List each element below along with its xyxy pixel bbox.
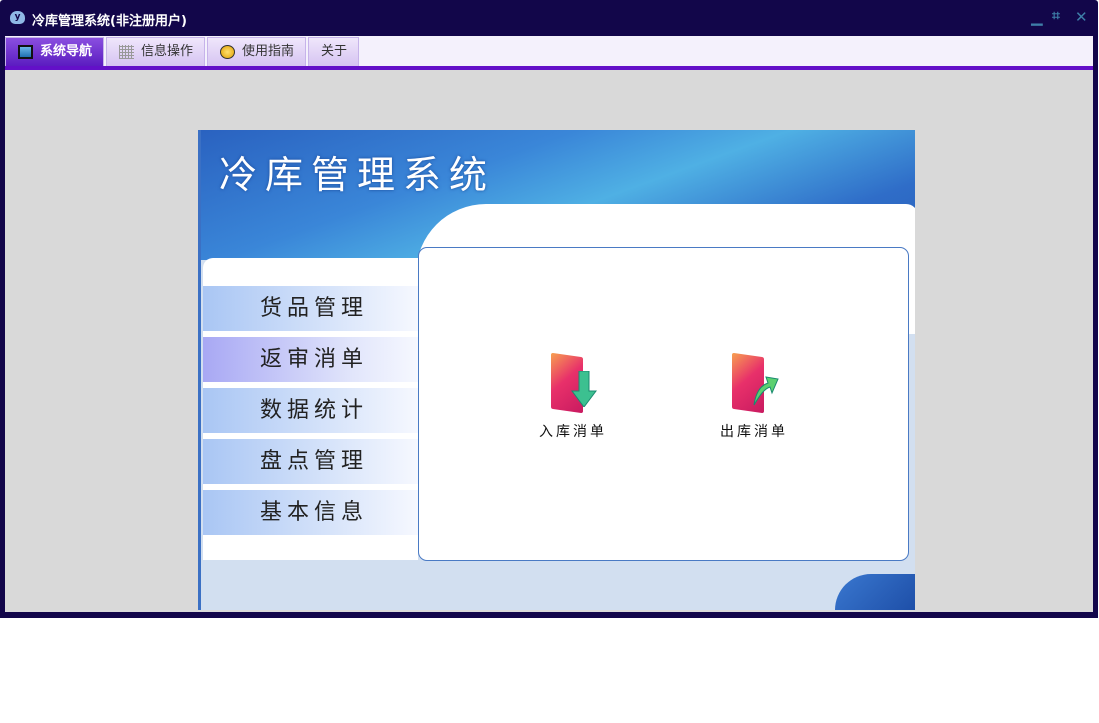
menu-review-cancel[interactable]: 返审消单 bbox=[203, 337, 418, 382]
tab-label: 使用指南 bbox=[242, 44, 295, 59]
tab-label: 系统导航 bbox=[40, 44, 93, 59]
help-icon bbox=[220, 45, 235, 59]
action-label: 出库消单 bbox=[720, 424, 788, 440]
menu-basic-info[interactable]: 基本信息 bbox=[203, 490, 418, 535]
main-panel: 冷库管理系统 货品管理 返审消单 数据统计 盘点管理 基本信息 入库消单 出库消… bbox=[198, 130, 915, 610]
tab-system-nav[interactable]: 系统导航 bbox=[5, 37, 104, 66]
app-window: y 冷库管理系统(非注册用户) ▁ ⌗ ✕ 系统导航 信息操作 使用指南 关于 … bbox=[0, 0, 1098, 618]
tab-bar: 系统导航 信息操作 使用指南 关于 bbox=[5, 36, 1093, 66]
grid-icon bbox=[119, 45, 134, 59]
folder-in-icon bbox=[543, 351, 603, 414]
app-logo-icon: y bbox=[10, 11, 25, 24]
tab-info-ops[interactable]: 信息操作 bbox=[106, 37, 205, 66]
menu-statistics[interactable]: 数据统计 bbox=[203, 388, 418, 433]
minimize-icon[interactable]: ▁ bbox=[1031, 8, 1043, 26]
restore-icon[interactable]: ⌗ bbox=[1052, 8, 1060, 24]
tab-user-guide[interactable]: 使用指南 bbox=[207, 37, 306, 66]
folder-out-icon bbox=[724, 351, 784, 414]
close-icon[interactable]: ✕ bbox=[1075, 8, 1088, 26]
stock-in-cancel-button[interactable]: 入库消单 bbox=[518, 351, 628, 441]
window-title: 冷库管理系统(非注册用户) bbox=[32, 14, 187, 29]
monitor-icon bbox=[18, 45, 33, 59]
window-bottom-border bbox=[0, 612, 1098, 618]
menu-goods-management[interactable]: 货品管理 bbox=[203, 286, 418, 331]
action-label: 入库消单 bbox=[539, 424, 607, 440]
decorative-corner bbox=[835, 574, 915, 610]
action-box: 入库消单 出库消单 bbox=[418, 247, 909, 561]
menu-inventory-check[interactable]: 盘点管理 bbox=[203, 439, 418, 484]
stock-out-cancel-button[interactable]: 出库消单 bbox=[699, 351, 809, 441]
tab-about[interactable]: 关于 bbox=[308, 37, 359, 66]
tab-label: 信息操作 bbox=[141, 44, 194, 59]
tab-label: 关于 bbox=[321, 44, 348, 59]
banner-title: 冷库管理系统 bbox=[219, 153, 496, 197]
title-bar[interactable]: y 冷库管理系统(非注册用户) ▁ ⌗ ✕ bbox=[0, 0, 1098, 36]
